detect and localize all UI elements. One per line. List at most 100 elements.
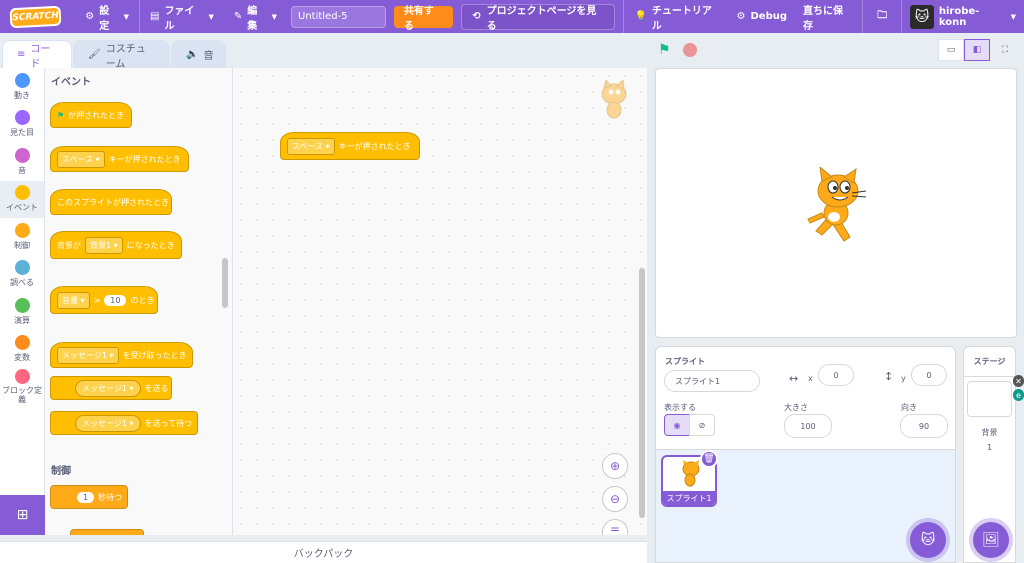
category-motion[interactable]: 動き (0, 68, 44, 106)
category-dot (14, 72, 30, 88)
stage-selector[interactable]: ステージ 背景 1 🖼 (963, 346, 1016, 563)
share-button[interactable]: 共有する (393, 5, 454, 32)
script-area[interactable]: スペース ▾ キーが押されたとき (233, 68, 647, 535)
save-now-button[interactable]: 直ちに保存 (793, 0, 862, 33)
tab-costumes[interactable]: 🖌 コスチューム (73, 40, 170, 70)
wait-seconds-input[interactable]: 1 (77, 491, 95, 503)
loudness-dropdown[interactable]: 音量 ▾ (57, 291, 90, 309)
direction-input[interactable]: 90 (900, 414, 948, 438)
script-when-key-pressed-block[interactable]: スペース ▾ キーが押されたとき (280, 132, 420, 160)
green-flag-button[interactable]: ⚑ (658, 42, 671, 58)
sprite-name-input[interactable]: スプライト1 (664, 370, 760, 392)
brush-icon: 🖌 (88, 49, 101, 60)
green-flag-icon: ⚑ (57, 110, 65, 120)
account-menu[interactable]: 🐱 hirobe-konn ▼ (902, 0, 1024, 33)
add-sprite-button[interactable]: 🐱 (910, 522, 946, 558)
show-label: 表示する (664, 403, 696, 412)
wait-seconds-block[interactable]: 1 秒待つ (50, 485, 128, 509)
block-text: が押されたとき (68, 110, 125, 120)
my-stuff-button[interactable]: 🗀 (863, 0, 901, 33)
category-dot (14, 222, 30, 238)
close-extension-icon[interactable]: ✕ (1013, 375, 1024, 387)
category-events[interactable]: イベント (0, 180, 44, 218)
category-dot (14, 185, 30, 201)
show-visible-button[interactable]: ◉ (664, 414, 690, 436)
repeat-block-partial[interactable] (70, 529, 144, 535)
backpack[interactable]: バックパック (0, 541, 647, 563)
stage[interactable] (655, 68, 1017, 338)
control-heading: 制御 (51, 466, 71, 477)
message-dropdown[interactable]: メッセージ1 ▾ (57, 346, 119, 364)
small-stage-button[interactable]: ▭ (938, 39, 964, 61)
when-sprite-clicked-block[interactable]: このスプライトが押されたとき (50, 189, 172, 215)
tab-code[interactable]: ≡ コード (2, 40, 72, 70)
when-key-pressed-block[interactable]: スペース ▾ キーが押されたとき (50, 146, 189, 172)
script-key-dropdown[interactable]: スペース ▾ (287, 137, 335, 155)
loudness-dropdown-value: 音量 (62, 295, 78, 305)
category-sensing[interactable]: 調べる (0, 256, 44, 294)
add-extension-button[interactable]: ⊞ (0, 495, 45, 535)
project-title-input[interactable]: Untitled-5 (291, 5, 386, 28)
save-now-label: 直ちに保存 (803, 5, 844, 32)
extension-e-icon[interactable]: e (1013, 389, 1024, 401)
backdrop-dropdown[interactable]: 背景1 ▾ (85, 236, 123, 254)
scratch-logo[interactable]: SCRATCH (9, 5, 62, 28)
category-variables[interactable]: 変数 (0, 331, 44, 369)
stop-button[interactable] (683, 43, 697, 57)
direction-label: 向き (901, 403, 917, 412)
sprite-label: スプライト (665, 357, 705, 366)
broadcast-dropdown[interactable]: メッセージ1 ▾ (75, 379, 141, 397)
cat-sprite[interactable] (800, 167, 874, 247)
size-input[interactable]: 100 (784, 414, 832, 438)
when-backdrop-switches-block[interactable]: 背景が 背景1 ▾ になったとき (50, 231, 182, 259)
backdrop-dropdown-value: 背景1 (90, 240, 112, 250)
y-input[interactable]: 0 (911, 364, 947, 386)
fullscreen-icon: ⛶ (1001, 45, 1009, 55)
category-sound[interactable]: 音 (0, 143, 44, 181)
tutorials-button[interactable]: 💡 チュートリアル (624, 0, 730, 33)
script-scrollbar[interactable] (639, 268, 645, 518)
delete-sprite-button[interactable]: 🗑 (700, 450, 718, 468)
category-dot (14, 147, 30, 163)
add-backdrop-button[interactable]: 🖼 (973, 522, 1009, 558)
category-label: 変数 (14, 353, 30, 363)
show-hidden-button[interactable]: ⊘ (689, 414, 715, 436)
see-project-page-button[interactable]: ⟲ プロジェクトページを見る (461, 3, 616, 32)
settings-menu[interactable]: ⚙ 設定 ▼ (75, 0, 139, 33)
pencil-icon: ✎ (233, 11, 243, 22)
cat-plus-icon: 🐱 (920, 532, 936, 548)
normal-stage-button[interactable]: ◧ (964, 39, 990, 61)
category-control[interactable]: 制御 (0, 218, 44, 256)
eye-slash-icon: ⊘ (698, 420, 706, 430)
tab-sounds[interactable]: 🔈 音 (171, 40, 226, 68)
zoom-in-button[interactable]: ⊕ (602, 453, 628, 479)
y-label: y (901, 374, 906, 383)
zoom-out-button[interactable]: ⊖ (602, 486, 628, 512)
broadcast-block[interactable]: メッセージ1 ▾ を送る (50, 376, 172, 400)
category-dot (14, 260, 30, 276)
gear-icon: ⚙ (85, 11, 95, 22)
file-label: ファイル (164, 5, 195, 32)
stage-thumbnail[interactable] (967, 381, 1012, 417)
when-flag-clicked-block[interactable]: ⚑ が押されたとき (50, 102, 132, 128)
chevron-down-icon: ▼ (208, 12, 214, 21)
when-receive-block[interactable]: メッセージ1 ▾ を受け取ったとき (50, 342, 193, 368)
broadcast-and-wait-block[interactable]: メッセージ1 ▾ を送って待つ (50, 411, 198, 435)
category-my-blocks[interactable]: ブロック定義 (0, 368, 44, 406)
edit-menu[interactable]: ✎ 編集 ▼ (224, 0, 287, 33)
debug-button[interactable]: ⚙ Debug (731, 0, 794, 33)
palette-scrollbar[interactable] (222, 258, 228, 308)
image-plus-icon: 🖼 (982, 532, 1000, 548)
file-menu[interactable]: ▤ ファイル ▼ (140, 0, 224, 33)
key-dropdown[interactable]: スペース ▾ (57, 150, 105, 168)
category-label: 演算 (14, 315, 30, 325)
fullscreen-button[interactable]: ⛶ (992, 39, 1018, 61)
when-loudness-block[interactable]: 音量 ▾ > 10 のとき (50, 286, 158, 314)
x-input[interactable]: 0 (818, 364, 854, 386)
block-text: キーが押されたとき (338, 141, 411, 151)
settings-label: 設定 (99, 5, 110, 32)
category-looks[interactable]: 見た目 (0, 106, 44, 144)
broadcast-wait-dropdown[interactable]: メッセージ1 ▾ (75, 414, 141, 432)
category-operators[interactable]: 演算 (0, 293, 44, 331)
loudness-input[interactable]: 10 (104, 294, 127, 306)
